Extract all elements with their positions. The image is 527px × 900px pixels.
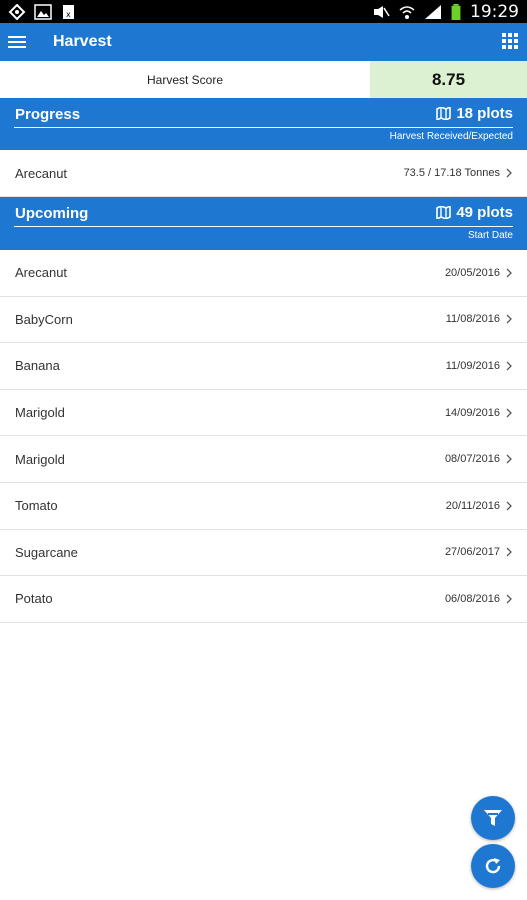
crop-name: Arecanut [15,265,68,281]
harvest-amount: 73.5 / 17.18 Tonnes [403,167,500,179]
upcoming-count: 49 plots [436,204,513,221]
upcoming-list: Arecanut 20/05/2016 BabyCorn 11/08/2016 … [0,250,527,623]
svg-text:x: x [66,10,71,19]
crop-name: Arecanut [15,165,68,181]
status-bar: x 19:29 [0,0,527,23]
chevron-right-icon [506,454,512,464]
start-date: 08/07/2016 [444,453,500,466]
progress-title: Progress [15,106,81,123]
app-bar: Harvest [0,23,527,61]
image-icon [34,3,52,20]
battery-icon [451,3,461,20]
progress-count-label: 18 plots [456,105,513,122]
chevron-right-icon [506,594,512,604]
upcoming-title: Upcoming [15,205,89,222]
wifi-icon [399,5,415,19]
filter-icon [484,810,502,826]
start-date: 11/08/2016 [445,313,500,326]
crop-name: Marigold [15,451,65,467]
list-item[interactable]: Sugarcane 27/06/2017 [0,529,527,577]
start-date: 27/06/2017 [444,546,500,559]
refresh-icon [485,858,501,874]
document-icon: x [63,4,74,19]
progress-header: Progress 18 plots Harvest Received/Expec… [0,98,527,150]
list-item[interactable]: BabyCorn 11/08/2016 [0,296,527,344]
chevron-right-icon [506,314,512,324]
refresh-button[interactable] [471,844,515,888]
list-item[interactable]: Marigold 08/07/2016 [0,436,527,483]
start-date: 06/08/2016 [444,592,500,605]
status-time: 19:29 [470,1,519,22]
menu-icon[interactable] [8,32,30,52]
upcoming-header: Upcoming 49 plots Start Date [0,197,527,250]
chevron-right-icon [506,501,512,511]
list-item[interactable]: Tomato 20/11/2016 [0,482,527,530]
page-title: Harvest [53,33,112,50]
filter-button[interactable] [471,796,515,840]
progress-item[interactable]: Arecanut 73.5 / 17.18 Tonnes [0,150,527,197]
upcoming-count-label: 49 plots [456,204,513,221]
upcoming-subtitle: Start Date [467,230,513,241]
list-item[interactable]: Potato 06/08/2016 [0,576,527,623]
signal-icon [425,4,441,19]
chevron-right-icon [506,361,512,371]
start-date: 14/09/2016 [444,406,500,419]
divider [14,127,513,128]
divider [14,226,513,227]
progress-count: 18 plots [436,105,513,122]
start-date: 11/09/2016 [445,359,500,372]
chevron-right-icon [506,168,512,178]
apps-grid-icon[interactable] [502,33,518,49]
list-item[interactable]: Arecanut 20/05/2016 [0,250,527,297]
location-icon [8,3,26,20]
crop-name: Tomato [15,498,58,514]
map-icon [436,206,452,219]
harvest-score-label: Harvest Score [146,72,224,87]
start-date: 20/11/2016 [445,499,500,512]
chevron-right-icon [506,268,512,278]
list-item[interactable]: Marigold 14/09/2016 [0,389,527,437]
harvest-score-value: 8.75 [370,61,527,98]
mute-icon [374,5,390,18]
crop-name: BabyCorn [15,311,73,327]
crop-name: Potato [15,591,53,607]
chevron-right-icon [506,408,512,418]
chevron-right-icon [506,547,512,557]
crop-name: Banana [15,358,60,374]
harvest-score-row: Harvest Score 8.75 [0,61,527,98]
list-item[interactable]: Banana 11/09/2016 [0,343,527,390]
map-icon [436,107,452,120]
crop-name: Sugarcane [15,544,78,560]
crop-name: Marigold [15,405,65,421]
start-date: 20/05/2016 [444,266,500,279]
progress-subtitle: Harvest Received/Expected [389,131,513,142]
